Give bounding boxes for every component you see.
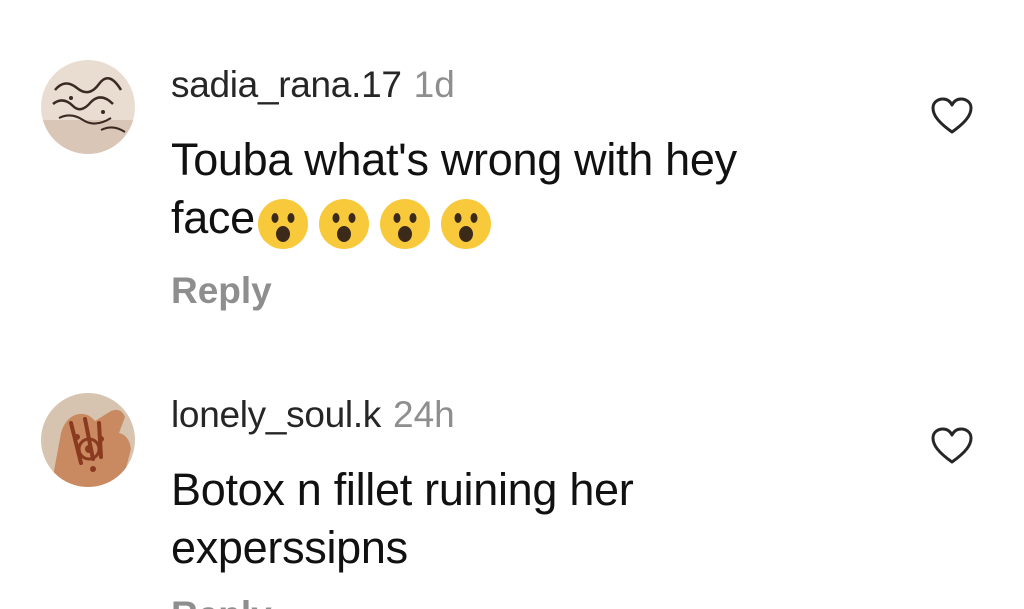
like-heart-icon[interactable] — [930, 426, 974, 466]
timestamp: 1d — [413, 64, 455, 105]
like-heart-icon[interactable] — [930, 96, 974, 136]
comments-list: sadia_rana.17 1d Touba what's wrong with … — [0, 0, 1024, 609]
avatar[interactable] — [41, 393, 135, 487]
face-with-open-mouth-icon — [440, 198, 492, 250]
comment-item: sadia_rana.17 1d Touba what's wrong with … — [0, 0, 1024, 340]
comment-header: lonely_soul.k 24h — [171, 394, 455, 436]
emoji-group — [257, 192, 501, 250]
username-link[interactable]: sadia_rana.17 — [171, 64, 402, 105]
comment-text: Touba what's wrong with hey face — [171, 131, 871, 250]
reply-button[interactable]: Reply — [171, 270, 272, 312]
avatar[interactable] — [41, 60, 135, 154]
comment-text: Botox n fillet ruining her experssipns — [171, 461, 871, 577]
username-link[interactable]: lonely_soul.k — [171, 394, 381, 435]
face-with-open-mouth-icon — [318, 198, 370, 250]
comment-text-line: Botox n fillet ruining her — [171, 464, 634, 515]
comment-header: sadia_rana.17 1d — [171, 64, 455, 106]
comment-item: lonely_soul.k 24h Botox n fillet ruining … — [0, 340, 1024, 609]
comment-text-line: Touba what's wrong with hey — [171, 134, 737, 185]
comment-text-word: face — [171, 192, 255, 243]
comment-text-line: face — [171, 189, 871, 250]
face-with-open-mouth-icon — [257, 198, 309, 250]
face-with-open-mouth-icon — [379, 198, 431, 250]
timestamp: 24h — [393, 394, 455, 435]
reply-button[interactable]: Reply — [171, 594, 272, 609]
comment-text-line: experssipns — [171, 522, 408, 573]
